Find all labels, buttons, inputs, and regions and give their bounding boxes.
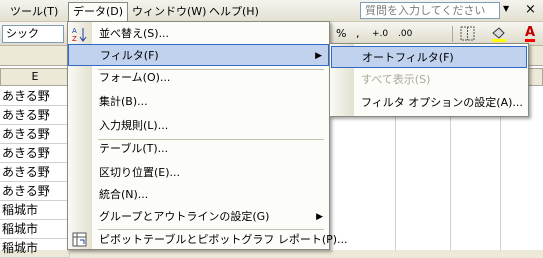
menu-item-label: 統合(N)... xyxy=(99,188,149,201)
filter-submenu: オートフィルタ(F) すべて表示(S) フィルタ オプションの設定(A)... xyxy=(329,43,529,117)
toolbar-separator xyxy=(452,26,453,42)
borders-icon[interactable] xyxy=(460,26,476,42)
grid-cell[interactable]: あきる野 xyxy=(0,144,70,163)
grid-cell[interactable]: 稲城市 xyxy=(0,201,70,220)
menu-item-label: ピボットテーブルとピボットグラフ レポート(P)... xyxy=(99,233,348,246)
menu-item-label: テーブル(T)... xyxy=(99,142,169,155)
grid-cell[interactable]: あきる野 xyxy=(0,182,70,201)
grid-cell[interactable]: あきる野 xyxy=(0,87,70,106)
close-icon[interactable]: × xyxy=(525,2,536,17)
menu-item-filter[interactable]: フィルタ(F) ▶ xyxy=(68,44,329,66)
grid-cell[interactable]: あきる野 xyxy=(0,163,70,182)
menu-tools[interactable]: ツール(T) xyxy=(6,3,62,20)
pivot-table-icon xyxy=(72,232,88,248)
font-color-button[interactable]: A xyxy=(525,26,536,42)
menu-window[interactable]: ウィンドウ(W) xyxy=(128,3,210,20)
menu-item-pivot-table[interactable]: ピボットテーブルとピボットグラフ レポート(P)... xyxy=(68,229,348,251)
data-menu-dropdown: AZ 並べ替え(S)... フィルタ(F) ▶ フォーム(O)... 集計(B)… xyxy=(67,21,348,251)
font-name-select[interactable]: シック xyxy=(2,25,64,43)
menu-item-label: 集計(B)... xyxy=(99,95,148,108)
menu-item-label: グループとアウトラインの設定(G) xyxy=(99,210,270,223)
menu-item-label: フィルタ(F) xyxy=(100,49,159,62)
submenu-item-autofilter[interactable]: オートフィルタ(F) xyxy=(331,46,527,68)
sort-icon: AZ xyxy=(72,26,88,43)
submenu-item-advanced-filter[interactable]: フィルタ オプションの設定(A)... xyxy=(331,92,527,114)
menu-help[interactable]: ヘルプ(H) xyxy=(205,3,263,20)
menu-item-label: すべて表示(S) xyxy=(361,73,431,86)
help-search-input[interactable]: 質問を入力してください xyxy=(360,2,500,19)
column-header-e[interactable]: E xyxy=(0,68,70,86)
decrease-decimal-button[interactable]: .00 xyxy=(398,26,412,42)
menu-data[interactable]: データ(D) xyxy=(68,2,129,22)
menu-item-consolidate[interactable]: 統合(N)... xyxy=(68,184,329,206)
grid-cell[interactable]: あきる野 xyxy=(0,125,70,144)
menu-item-table[interactable]: テーブル(T)... xyxy=(68,138,329,160)
svg-text:Z: Z xyxy=(72,35,77,42)
grid-cell[interactable]: 稲城市 xyxy=(0,220,70,239)
menu-item-label: フィルタ オプションの設定(A)... xyxy=(361,96,523,109)
menu-item-sort[interactable]: AZ 並べ替え(S)... xyxy=(68,23,329,45)
comma-style-button[interactable]: , xyxy=(356,26,360,42)
menu-item-label: 区切り位置(E)... xyxy=(99,166,181,179)
menu-item-validation[interactable]: 入力規則(L)... xyxy=(68,115,329,137)
submenu-item-show-all: すべて表示(S) xyxy=(331,69,527,91)
grid-cell[interactable]: 稲城市 xyxy=(0,239,70,258)
grid-cell[interactable]: あきる野 xyxy=(0,106,70,125)
svg-text:A: A xyxy=(72,27,77,35)
submenu-arrow-icon: ▶ xyxy=(316,212,323,222)
menu-item-label: 入力規則(L)... xyxy=(99,119,169,132)
menu-item-label: 並べ替え(S)... xyxy=(99,27,170,40)
submenu-arrow-icon: ▶ xyxy=(315,51,322,61)
percent-style-button[interactable]: % xyxy=(336,26,346,42)
fill-color-icon[interactable] xyxy=(490,26,508,42)
increase-decimal-button[interactable]: +.0 xyxy=(372,26,388,42)
menu-item-label: フォーム(O)... xyxy=(99,71,171,84)
menu-item-group-outline[interactable]: グループとアウトラインの設定(G) ▶ xyxy=(68,206,329,228)
menu-item-label: オートフィルタ(F) xyxy=(362,51,454,64)
menu-item-subtotals[interactable]: 集計(B)... xyxy=(68,91,329,113)
chevron-down-icon[interactable]: ▼ xyxy=(503,4,509,13)
menu-item-form[interactable]: フォーム(O)... xyxy=(68,67,329,89)
menu-bar: ツール(T) データ(D) ウィンドウ(W) ヘルプ(H) 質問を入力してくださ… xyxy=(0,0,543,22)
menu-item-text-to-columns[interactable]: 区切り位置(E)... xyxy=(68,162,329,184)
